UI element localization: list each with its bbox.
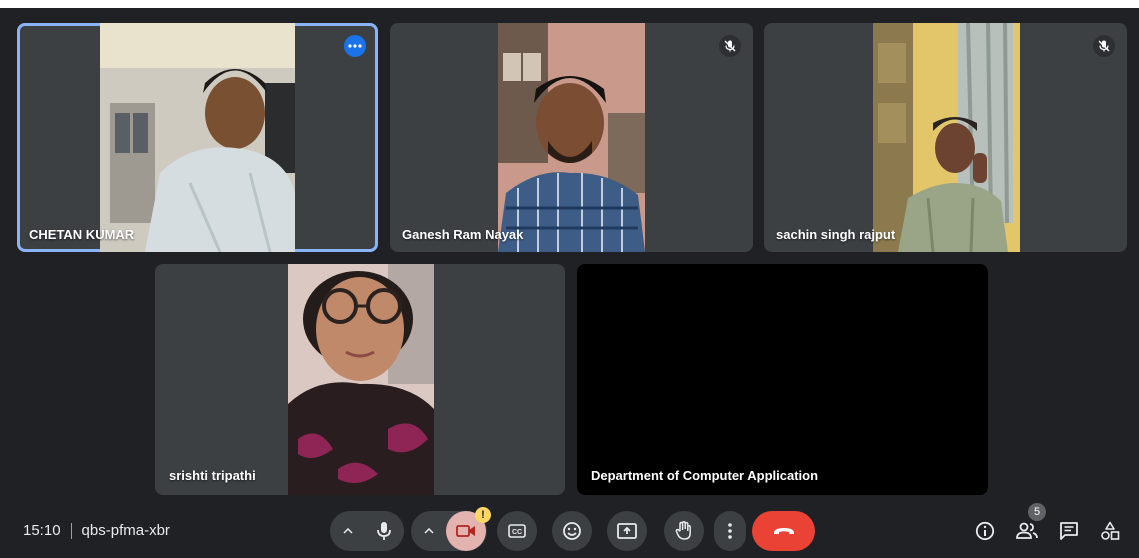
video-feed-image — [873, 23, 1020, 252]
participant-video — [498, 23, 645, 252]
chat-button[interactable] — [1049, 511, 1089, 551]
more-vert-icon — [728, 523, 732, 539]
microphone-icon — [377, 522, 391, 540]
chat-icon — [1060, 522, 1078, 540]
participant-tile-ganesh-ram-nayak[interactable]: Ganesh Ram Nayak — [390, 23, 753, 252]
top-strip — [0, 0, 1139, 8]
info-icon — [975, 521, 995, 541]
raise-hand-button[interactable] — [664, 511, 704, 551]
captions-icon: CC — [508, 524, 526, 538]
video-feed-image — [100, 23, 295, 252]
emoji-icon — [563, 522, 581, 540]
participant-tile-chetan-kumar[interactable]: CHETAN KUMAR — [17, 23, 378, 252]
emoji-button[interactable] — [552, 511, 592, 551]
activities-icon — [1101, 521, 1120, 540]
participant-name: sachin singh rajput — [776, 227, 896, 242]
participant-tile-department[interactable]: Department of Computer Application — [577, 264, 988, 495]
control-bar: 15:10 qbs-pfma-xbr ! CC 5 — [0, 503, 1139, 558]
divider — [70, 522, 72, 539]
more-options-button[interactable] — [714, 511, 746, 551]
participant-name: CHETAN KUMAR — [29, 227, 135, 242]
people-icon — [1016, 522, 1038, 539]
end-call-icon — [773, 528, 794, 534]
participant-tile-srishti-tripathi[interactable]: srishti tripathi — [155, 264, 565, 495]
present-icon — [617, 523, 637, 539]
end-call-button[interactable] — [752, 511, 815, 551]
mic-off-icon — [719, 35, 741, 57]
camera-options-button[interactable] — [411, 511, 447, 551]
meeting-details-button[interactable] — [965, 511, 1005, 551]
svg-text:CC: CC — [512, 529, 522, 536]
participant-name: Ganesh Ram Nayak — [402, 227, 524, 242]
mic-control-group — [330, 511, 404, 551]
meeting-code: qbs-pfma-xbr — [81, 522, 170, 539]
microphone-button[interactable] — [364, 511, 404, 551]
meeting-time: 15:10 — [23, 522, 61, 539]
participant-name: Department of Computer Application — [591, 468, 819, 483]
present-button[interactable] — [607, 511, 647, 551]
video-feed-image — [498, 23, 645, 252]
mic-options-button[interactable] — [330, 511, 366, 551]
mic-off-icon — [1093, 35, 1115, 57]
participant-tile-sachin-singh-rajput[interactable]: sachin singh rajput — [764, 23, 1127, 252]
participant-video — [100, 23, 295, 252]
captions-button[interactable]: CC — [497, 511, 537, 551]
participant-video — [873, 23, 1020, 252]
people-count-badge: 5 — [1028, 503, 1046, 521]
participant-name: srishti tripathi — [169, 468, 256, 483]
caret-up-icon — [343, 528, 353, 534]
camera-warning-badge: ! — [475, 507, 491, 523]
meeting-info: 15:10 qbs-pfma-xbr — [23, 522, 170, 539]
raise-hand-icon — [675, 521, 691, 540]
camera-off-icon — [456, 525, 475, 537]
more-options-icon[interactable] — [344, 35, 366, 57]
activities-button[interactable] — [1090, 511, 1130, 551]
video-feed-image — [288, 264, 434, 495]
caret-up-icon — [424, 528, 434, 534]
participant-video — [288, 264, 434, 495]
